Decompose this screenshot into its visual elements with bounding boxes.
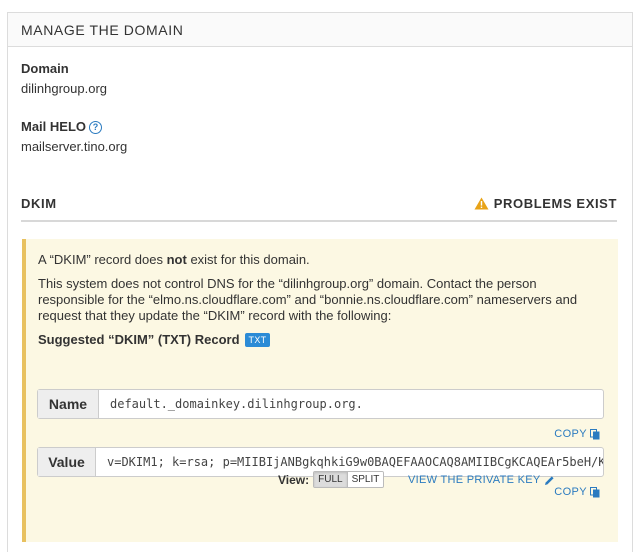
view-full-button[interactable]: FULL	[314, 472, 348, 487]
dkim-section-header: DKIM PROBLEMS EXIST	[21, 186, 617, 222]
manage-domain-panel: MANAGE THE DOMAIN Domain dilinhgroup.org…	[7, 12, 633, 552]
domain-value: dilinhgroup.org	[21, 81, 108, 96]
view-segmented-control: FULL SPLIT	[313, 471, 385, 488]
view-toggle: View: FULL SPLIT	[278, 471, 385, 488]
panel-header: MANAGE THE DOMAIN	[8, 13, 632, 47]
suggested-record-title: Suggested “DKIM” (TXT) Record TXT	[38, 332, 606, 347]
name-value-field[interactable]: default._domainkey.dilinhgroup.org.	[99, 390, 603, 418]
domain-label: Domain	[21, 61, 69, 76]
view-split-button[interactable]: SPLIT	[347, 472, 384, 487]
mail-helo-value: mailserver.tino.org	[21, 139, 128, 154]
dkim-status-text: PROBLEMS EXIST	[493, 195, 617, 211]
dkim-notice: A “DKIM” record does not exist for this …	[22, 239, 618, 542]
view-label: View:	[278, 472, 310, 487]
dkim-missing-message: A “DKIM” record does not exist for this …	[38, 252, 310, 267]
dkim-section-label: DKIM	[21, 195, 57, 211]
panel-body: Domain dilinhgroup.org Mail HELO? mailse…	[8, 47, 632, 154]
record-type-badge: TXT	[244, 332, 271, 347]
question-circle-icon[interactable]: ?	[89, 121, 103, 134]
copy-value-link[interactable]: COPY	[554, 486, 600, 498]
panel-title: MANAGE THE DOMAIN	[21, 21, 184, 38]
mail-helo-label: Mail HELO	[21, 119, 87, 134]
pencil-icon	[544, 475, 554, 485]
name-row: Name default._domainkey.dilinhgroup.org.	[37, 389, 604, 419]
mail-helo-field: Mail HELO? mailserver.tino.org	[21, 119, 619, 154]
dkim-instructions: This system does not control DNS for the…	[38, 276, 578, 323]
value-label: Value	[38, 448, 96, 476]
copy-name-link[interactable]: COPY	[554, 428, 600, 440]
view-private-key-link[interactable]: VIEW THE PRIVATE KEY	[408, 474, 555, 486]
warning-triangle-icon	[474, 197, 489, 209]
name-label: Name	[38, 390, 99, 418]
domain-field: Domain dilinhgroup.org	[21, 61, 619, 96]
copy-icon	[590, 486, 600, 497]
copy-icon	[590, 428, 600, 439]
dkim-status: PROBLEMS EXIST	[474, 196, 617, 211]
